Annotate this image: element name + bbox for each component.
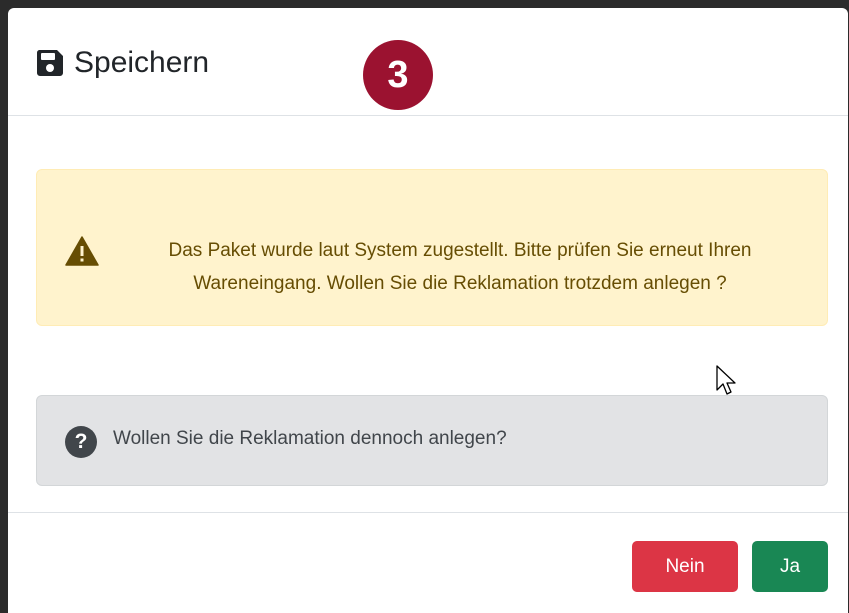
question-alert: ? Wollen Sie die Reklamation dennoch anl…	[36, 395, 828, 486]
floppy-disk-icon	[36, 50, 63, 76]
question-circle-icon: ?	[65, 426, 97, 458]
yes-button[interactable]: Ja	[752, 541, 828, 592]
question-text: Wollen Sie die Reklamation dennoch anleg…	[113, 428, 507, 449]
step-badge: 3	[363, 40, 433, 110]
warning-triangle-icon	[65, 236, 99, 266]
dialog-title-text: Speichern	[74, 46, 210, 79]
save-dialog: Speichern 3 Das Paket wurde laut System …	[8, 8, 848, 613]
no-button[interactable]: Nein	[632, 541, 738, 592]
footer-divider	[8, 512, 848, 513]
mouse-cursor-icon	[716, 365, 736, 395]
warning-alert: Das Paket wurde laut System zugestellt. …	[36, 169, 828, 326]
warning-text: Das Paket wurde laut System zugestellt. …	[168, 240, 752, 294]
dialog-title: Speichern	[36, 46, 209, 80]
